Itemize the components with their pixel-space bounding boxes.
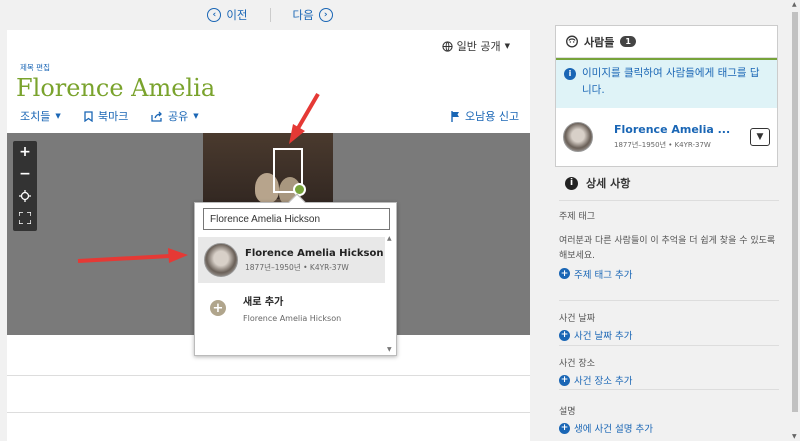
description-label: 설명 (559, 407, 576, 417)
plus-icon: + (559, 268, 570, 280)
share-menu[interactable]: 공유 ▼ (151, 108, 199, 124)
result-name: Florence Amelia Hickson (245, 247, 384, 259)
topic-tags-desc: 여러분과 다른 사람들이 이 추억을 더 쉽게 찾을 수 있도록 해보세요. (559, 236, 776, 262)
privacy-label: 일반 공개 (456, 40, 501, 53)
event-place-label: 사건 장소 (559, 359, 595, 369)
add-event-date-link[interactable]: + 사건 날짜 추가 (559, 328, 779, 342)
avatar (563, 121, 593, 152)
add-description-link[interactable]: + 생에 사건 설명 추가 (559, 421, 779, 435)
description-section: 설명 + 생에 사건 설명 추가 (559, 404, 779, 435)
people-card-header: 사람들 1 (556, 26, 777, 58)
next-label: 다음 (292, 8, 314, 22)
add-new-sub: Florence Amelia Hickson (243, 314, 342, 323)
details-header: i 상세 사항 (565, 175, 630, 191)
report-label: 오남용 신고 (465, 110, 520, 123)
zoom-out-icon[interactable]: − (13, 163, 37, 185)
add-topic-tag-link[interactable]: + 주제 태그 추가 (559, 267, 779, 281)
zoom-in-icon[interactable]: + (13, 141, 37, 163)
locate-icon[interactable] (13, 185, 37, 207)
scrollbar-thumb[interactable] (792, 12, 798, 412)
tag-help-text: 이미지를 클릭하여 사람들에게 태그를 답니다. (582, 67, 760, 96)
popup-scrollbar[interactable]: ▲ ▼ (387, 235, 394, 353)
caret-down-icon: ▼ (193, 112, 199, 120)
divider (559, 300, 779, 301)
share-label: 공유 (168, 110, 189, 123)
scroll-up-icon: ▲ (387, 235, 392, 242)
divider (7, 412, 530, 413)
caret-down-icon: ▼ (504, 42, 510, 50)
person-icon (566, 35, 578, 48)
plus-icon: + (559, 422, 570, 434)
divider (559, 345, 779, 346)
event-date-section: 사건 날짜 + 사건 날짜 추가 (559, 311, 779, 342)
chevron-down-icon[interactable]: ▼ (750, 127, 770, 146)
report-abuse-link[interactable]: 오남용 신고 (451, 108, 519, 124)
actions-menu[interactable]: 조치들 ▼ (20, 108, 61, 124)
add-new-person-item[interactable]: + 새로 추가 Florence Amelia Hickson (198, 285, 385, 331)
scroll-down-icon: ▼ (792, 433, 797, 440)
globe-icon (441, 40, 453, 52)
person-name-link[interactable]: Florence Amelia ... (614, 123, 730, 136)
add-new-label: 새로 추가 (243, 297, 284, 308)
people-count-badge: 1 (620, 36, 636, 47)
topic-tags-label: 주제 태그 (559, 212, 595, 222)
page-scrollbar[interactable]: ▲ ▼ (790, 0, 800, 441)
divider (559, 200, 779, 201)
chevron-right-icon: › (318, 8, 333, 22)
plus-icon: + (559, 374, 570, 386)
flag-icon (451, 110, 459, 122)
person-search-input[interactable] (203, 208, 390, 230)
actions-label: 조치들 (20, 110, 51, 123)
info-icon: i (565, 176, 578, 190)
info-icon: i (564, 68, 576, 80)
share-icon (151, 111, 162, 122)
zoom-controls: + − (13, 141, 37, 231)
tag-help-banner: i 이미지를 클릭하여 사람들에게 태그를 답니다. (556, 58, 777, 108)
page-title: Florence Amelia (16, 74, 216, 102)
prev-label: 이전 (226, 8, 248, 22)
prev-link[interactable]: ‹ 이전 (207, 7, 248, 23)
plus-icon: + (210, 300, 226, 316)
plus-icon: + (559, 329, 570, 341)
divider (559, 389, 779, 390)
result-meta: 1877년–1950년 • K4YR-37W (245, 262, 349, 272)
topic-tags-section: 주제 태그 여러분과 다른 사람들이 이 추억을 더 쉽게 찾을 수 있도록 해… (559, 209, 779, 281)
add-event-date-label: 사건 날짜 추가 (574, 331, 633, 342)
event-place-section: 사건 장소 + 사건 장소 추가 (559, 356, 779, 387)
chevron-left-icon: ‹ (207, 8, 222, 22)
add-event-place-link[interactable]: + 사건 장소 추가 (559, 373, 779, 387)
caret-down-icon: ▼ (55, 112, 61, 120)
fullscreen-icon[interactable] (13, 207, 37, 229)
avatar (204, 243, 238, 277)
scroll-down-icon: ▼ (387, 346, 392, 353)
people-title: 사람들 (584, 35, 615, 49)
add-description-label: 생에 사건 설명 추가 (574, 424, 653, 435)
event-date-label: 사건 날짜 (559, 314, 595, 324)
nav-divider (269, 8, 271, 22)
memory-main-panel: 일반 공개 ▼ 제목 편집 Florence Amelia 조치들 ▼ 북마크 … (7, 30, 530, 441)
person-meta: 1877년–1950년 • K4YR-37W (614, 141, 711, 149)
search-result-item[interactable]: Florence Amelia Hickson 1877년–1950년 • K4… (198, 237, 385, 283)
tag-person-popup: Florence Amelia Hickson 1877년–1950년 • K4… (194, 193, 397, 356)
bookmark-label: 북마크 (98, 110, 129, 123)
bookmark-icon (84, 110, 93, 122)
add-event-place-label: 사건 장소 추가 (574, 376, 633, 387)
people-card: 사람들 1 i 이미지를 클릭하여 사람들에게 태그를 답니다. Florenc… (555, 25, 778, 167)
photo-pager: ‹ 이전 다음 › (0, 0, 540, 30)
bookmark-button[interactable]: 북마크 (84, 108, 128, 124)
edit-title-link[interactable]: 제목 편집 (20, 62, 50, 73)
details-title: 상세 사항 (586, 177, 631, 190)
add-topic-tag-label: 주제 태그 추가 (574, 269, 633, 281)
privacy-dropdown[interactable]: 일반 공개 ▼ (441, 38, 510, 54)
tagged-person-row[interactable]: Florence Amelia ... 1877년–1950년 • K4YR-3… (556, 108, 777, 165)
scroll-up-icon: ▲ (792, 1, 797, 8)
memory-toolbar: 조치들 ▼ 북마크 공유 ▼ 오남용 신고 (20, 108, 520, 126)
divider (7, 375, 530, 376)
next-link[interactable]: 다음 › (293, 7, 333, 23)
